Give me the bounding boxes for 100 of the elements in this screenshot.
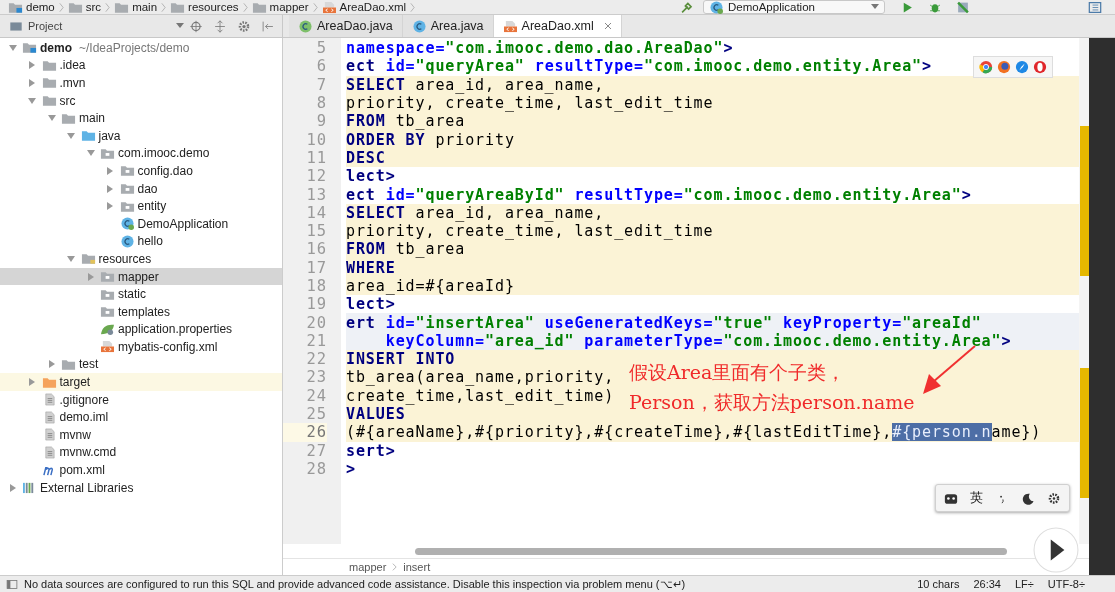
coverage-icon[interactable] — [956, 0, 970, 14]
tree-item[interactable]: src — [0, 91, 282, 110]
code-line: SELECT area_id, area_name, — [346, 75, 605, 94]
tree-item[interactable]: demo.iml — [0, 408, 282, 427]
close-icon[interactable] — [603, 22, 612, 30]
tree-item[interactable]: DemoApplication — [0, 214, 282, 233]
line-number: 22 — [305, 350, 327, 369]
tree-item[interactable]: demo ~/IdeaProjects/demo — [0, 39, 282, 57]
tree-item[interactable]: mvnw — [0, 426, 282, 444]
editor-tab[interactable]: AreaDao.xml — [493, 15, 622, 37]
settings-icon[interactable] — [1047, 491, 1061, 505]
browser-icon[interactable] — [1015, 60, 1029, 74]
tree-item[interactable]: main — [0, 109, 282, 127]
editor-tab[interactable]: Area.java — [402, 15, 494, 37]
leaf-icon — [100, 322, 115, 336]
code-line: VALUES — [346, 405, 406, 424]
status-item[interactable]: LF÷ — [1014, 578, 1034, 590]
tree-item[interactable]: config.dao — [0, 162, 282, 180]
build-icon[interactable] — [680, 0, 694, 14]
breadcrumb[interactable]: main — [114, 0, 158, 14]
tree-item[interactable]: .gitignore — [0, 390, 282, 409]
tree-item[interactable]: mybatis-config.xml — [0, 338, 282, 356]
line-number: 10 — [305, 130, 327, 149]
expand-arrow-icon[interactable] — [8, 483, 17, 492]
tree-item[interactable]: dao — [0, 179, 282, 198]
panel-title[interactable]: Project — [28, 20, 63, 32]
editor-tab[interactable]: AreaDao.java — [289, 15, 403, 37]
line-number: 11 — [305, 148, 327, 168]
browser-icon[interactable] — [1033, 60, 1047, 74]
line-number: 13 — [305, 185, 327, 204]
moon-icon[interactable] — [1021, 491, 1035, 505]
expand-arrow-icon[interactable] — [86, 149, 95, 158]
tree-item[interactable]: mvnw.cmd — [0, 443, 282, 462]
chevron-icon — [242, 1, 248, 13]
tree-item[interactable]: entity — [0, 197, 282, 215]
folder-icon — [41, 94, 57, 108]
expand-arrow-icon[interactable] — [47, 114, 56, 123]
folder-icon — [100, 287, 115, 301]
breadcrumb[interactable]: mapper — [349, 561, 387, 573]
tree-item[interactable]: .idea — [0, 56, 282, 75]
class-icon — [119, 234, 135, 248]
tree-item[interactable]: mapper — [0, 267, 282, 286]
expand-arrow-icon[interactable] — [28, 61, 36, 70]
code-line: sert> — [346, 441, 396, 460]
status-item[interactable]: UTF-8÷ — [1047, 578, 1085, 590]
paw-icon[interactable] — [944, 491, 958, 505]
tree-item[interactable]: target — [0, 373, 282, 391]
tree-item[interactable]: static — [0, 285, 282, 303]
scrollbar-thumb[interactable] — [415, 547, 1007, 555]
play-button[interactable] — [1033, 527, 1079, 573]
tree-item[interactable]: hello — [0, 232, 282, 251]
run-configuration-dropdown[interactable]: DemoApplication — [703, 0, 885, 14]
expand-arrow-icon[interactable] — [106, 202, 114, 211]
expand-arrow-icon[interactable] — [67, 254, 75, 263]
code-line: FROM tb_area — [346, 112, 466, 131]
structure-icon[interactable] — [1088, 0, 1102, 14]
project-icon — [9, 19, 23, 33]
expand-arrow-icon[interactable] — [86, 272, 95, 281]
folder-icon — [119, 199, 135, 213]
line-number: 12 — [305, 167, 327, 186]
breadcrumb[interactable]: insert — [403, 561, 431, 573]
expand-arrow-icon[interactable] — [28, 79, 36, 87]
expand-arrow-icon[interactable] — [47, 360, 56, 369]
tree-item[interactable]: java — [0, 126, 282, 145]
folder-icon — [100, 305, 115, 319]
breadcrumb[interactable]: demo — [8, 0, 55, 14]
expand-arrow-icon[interactable] — [28, 96, 36, 105]
target-icon[interactable] — [189, 19, 203, 33]
code-line: SELECT area_id, area_name, — [346, 203, 605, 222]
breadcrumb[interactable]: resources — [170, 0, 239, 14]
folder-icon — [80, 129, 96, 143]
caret-icon[interactable] — [176, 23, 184, 29]
browser-icon[interactable] — [979, 60, 993, 74]
tree-item[interactable]: pom.xml — [0, 461, 282, 479]
tree-item[interactable]: test — [0, 355, 282, 374]
tree-item[interactable]: resources — [0, 250, 282, 268]
folder-icon — [61, 111, 76, 125]
breadcrumb[interactable]: AreaDao.xml — [321, 0, 407, 14]
tree-item[interactable]: .mvn — [0, 74, 282, 92]
code-line: create_time,last_edit_time) — [346, 386, 615, 405]
language-toggle[interactable]: 英 — [970, 489, 983, 507]
breadcrumb[interactable]: mapper — [251, 0, 309, 14]
tree-item[interactable]: templates — [0, 302, 282, 321]
status-item[interactable]: 10 chars — [917, 578, 960, 590]
tree-item[interactable]: application.properties — [0, 320, 282, 339]
expand-arrow-icon[interactable] — [106, 184, 114, 193]
expand-arrow-icon[interactable] — [8, 43, 17, 52]
panel-toggle-icon[interactable] — [5, 577, 19, 591]
xml-file-icon — [100, 340, 115, 354]
breadcrumb[interactable]: src — [67, 0, 102, 14]
tree-item[interactable]: External Libraries — [0, 478, 282, 497]
hide-icon[interactable] — [261, 19, 275, 33]
expand-arrow-icon[interactable] — [28, 378, 36, 387]
collapse-icon[interactable] — [213, 19, 227, 33]
caret-icon — [871, 4, 879, 10]
expand-arrow-icon[interactable] — [67, 131, 75, 140]
status-item[interactable]: 26:34 — [973, 578, 1001, 590]
tree-item[interactable]: com.imooc.demo — [0, 144, 282, 163]
browser-icon[interactable] — [997, 60, 1011, 74]
expand-arrow-icon[interactable] — [106, 166, 114, 175]
